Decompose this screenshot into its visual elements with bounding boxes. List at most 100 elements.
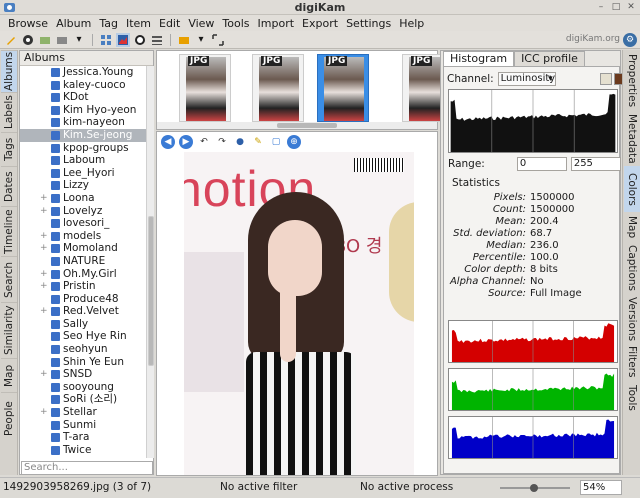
album-item[interactable]: + Loona [20, 192, 146, 205]
album-item[interactable]: Kim Hyo-yeon [20, 104, 146, 117]
album-item[interactable]: + Lovelyz [20, 205, 146, 218]
tab-metadata[interactable]: Metadata [624, 112, 640, 166]
menu-tools[interactable]: Tools [218, 17, 253, 30]
thumbnails-view-icon[interactable] [99, 33, 113, 47]
album-item[interactable]: Lee_Hyori [20, 167, 146, 180]
expand-icon[interactable]: + [40, 305, 48, 318]
menu-import[interactable]: Import [254, 17, 299, 30]
expand-icon[interactable]: + [40, 205, 48, 218]
album-item[interactable]: Sally [20, 318, 146, 331]
album-search-input[interactable]: Search... [21, 461, 153, 475]
album-item[interactable]: + Pristin [20, 280, 146, 293]
album-item[interactable]: Twice [20, 444, 146, 457]
menu-settings[interactable]: Settings [342, 17, 395, 30]
zoom-icon[interactable]: ⊕ [287, 135, 301, 149]
tab-albums[interactable]: Albums [1, 50, 17, 92]
album-item[interactable]: + Stellar [20, 406, 146, 419]
thumbnail[interactable]: JPG [317, 54, 369, 122]
tab-versions[interactable]: Versions [624, 294, 640, 344]
zoom-slider[interactable] [500, 484, 570, 492]
rotate-right-icon[interactable]: ↷ [215, 135, 229, 149]
album-item[interactable]: T-ara [20, 431, 146, 444]
pencil-icon[interactable] [4, 33, 18, 47]
album-item[interactable]: + models [20, 230, 146, 243]
edit-icon[interactable]: ✎ [251, 135, 265, 149]
menu-tag[interactable]: Tag [95, 17, 122, 30]
album-item[interactable]: Lizzy [20, 179, 146, 192]
map-view-icon[interactable] [133, 33, 147, 47]
album-item[interactable]: + SNSD [20, 368, 146, 381]
album-item[interactable]: + Red.Velvet [20, 305, 146, 318]
maximize-icon[interactable]: □ [610, 1, 622, 13]
tab-filters[interactable]: Filters [624, 344, 640, 380]
album-item[interactable]: Laboum [20, 154, 146, 167]
expand-icon[interactable]: + [40, 368, 48, 381]
album-item[interactable]: Shin Ye Eun [20, 356, 146, 369]
back-icon[interactable]: ◀ [161, 135, 175, 149]
channel-select[interactable]: Luminosity [497, 72, 556, 86]
folder-icon[interactable] [177, 33, 191, 47]
album-item[interactable]: Seo Hye Rin [20, 330, 146, 343]
album-item[interactable]: kpop-groups [20, 142, 146, 155]
expand-icon[interactable]: + [40, 268, 48, 281]
tab-people[interactable]: People [1, 392, 17, 444]
forward-icon[interactable]: ▶ [179, 135, 193, 149]
tab-map-right[interactable]: Map [624, 212, 640, 242]
tab-histogram[interactable]: Histogram [443, 51, 515, 66]
tab-similarity[interactable]: Similarity [1, 302, 17, 358]
scrollbar-thumb[interactable] [148, 216, 154, 366]
zoom-select[interactable]: 54% [580, 480, 622, 495]
album-item[interactable]: KDot [20, 91, 146, 104]
album-item[interactable]: Produce48 [20, 293, 146, 306]
album-item[interactable]: kim-nayeon [20, 116, 146, 129]
table-view-icon[interactable] [150, 33, 164, 47]
album-item[interactable]: Jessica.Young [20, 66, 146, 79]
dropdown-arrow-icon[interactable]: ▾ [194, 33, 208, 47]
album-item[interactable]: lovesori_ [20, 217, 146, 230]
album-item[interactable]: Kim.Se-jeong [20, 128, 146, 142]
album-item[interactable]: sooyoung [20, 381, 146, 394]
luminosity-histogram[interactable] [448, 89, 618, 153]
menu-edit[interactable]: Edit [155, 17, 184, 30]
expand-icon[interactable]: + [40, 280, 48, 293]
minimize-icon[interactable]: – [595, 1, 607, 13]
album-item[interactable]: kaley-cuoco [20, 79, 146, 92]
expand-icon[interactable]: + [40, 406, 48, 419]
zoom-slider-handle[interactable] [530, 484, 538, 492]
expand-icon[interactable]: + [40, 192, 48, 205]
rotate-left-icon[interactable]: ↶ [197, 135, 211, 149]
album-item[interactable]: seohyun [20, 343, 146, 356]
linear-scale-icon[interactable] [599, 73, 612, 85]
tab-timeline[interactable]: Timeline [1, 206, 17, 256]
album-item[interactable]: NATURE [20, 255, 146, 268]
tab-map[interactable]: Map [1, 358, 17, 392]
import-icon[interactable] [55, 33, 69, 47]
tab-search[interactable]: Search [1, 256, 17, 302]
scrollbar-thumb[interactable] [277, 123, 337, 128]
face-tag-icon[interactable]: ● [233, 135, 247, 149]
thumbnail[interactable]: JPG [252, 54, 304, 122]
digikam-logo-icon[interactable]: ⚙ [623, 33, 637, 47]
tab-tools[interactable]: Tools [624, 380, 640, 416]
tab-captions[interactable]: Captions [624, 242, 640, 294]
thumbbar-scrollbar[interactable] [157, 122, 437, 129]
album-item[interactable]: + Oh.My.Girl [20, 268, 146, 281]
menu-browse[interactable]: Browse [4, 17, 52, 30]
color-wheel-icon[interactable] [21, 33, 35, 47]
dropdown-arrow-icon[interactable]: ▾ [72, 33, 86, 47]
album-item[interactable]: SoRi (소리) [20, 393, 146, 406]
preview-view-icon[interactable] [116, 32, 130, 47]
expand-icon[interactable]: + [40, 230, 48, 243]
tab-dates[interactable]: Dates [1, 166, 17, 206]
range-min-input[interactable]: 0 [516, 157, 567, 171]
crop-icon[interactable]: ▢ [269, 135, 283, 149]
tab-tags[interactable]: Tags [1, 132, 17, 166]
fullscreen-icon[interactable] [211, 33, 225, 47]
menu-item[interactable]: Item [122, 17, 155, 30]
album-item[interactable]: Sunmi [20, 419, 146, 432]
tab-properties[interactable]: Properties [624, 50, 640, 112]
albums-scrollbar[interactable] [146, 66, 154, 458]
close-icon[interactable]: ✕ [625, 1, 637, 13]
menu-view[interactable]: View [184, 17, 218, 30]
album-item[interactable]: + Momoland [20, 242, 146, 255]
